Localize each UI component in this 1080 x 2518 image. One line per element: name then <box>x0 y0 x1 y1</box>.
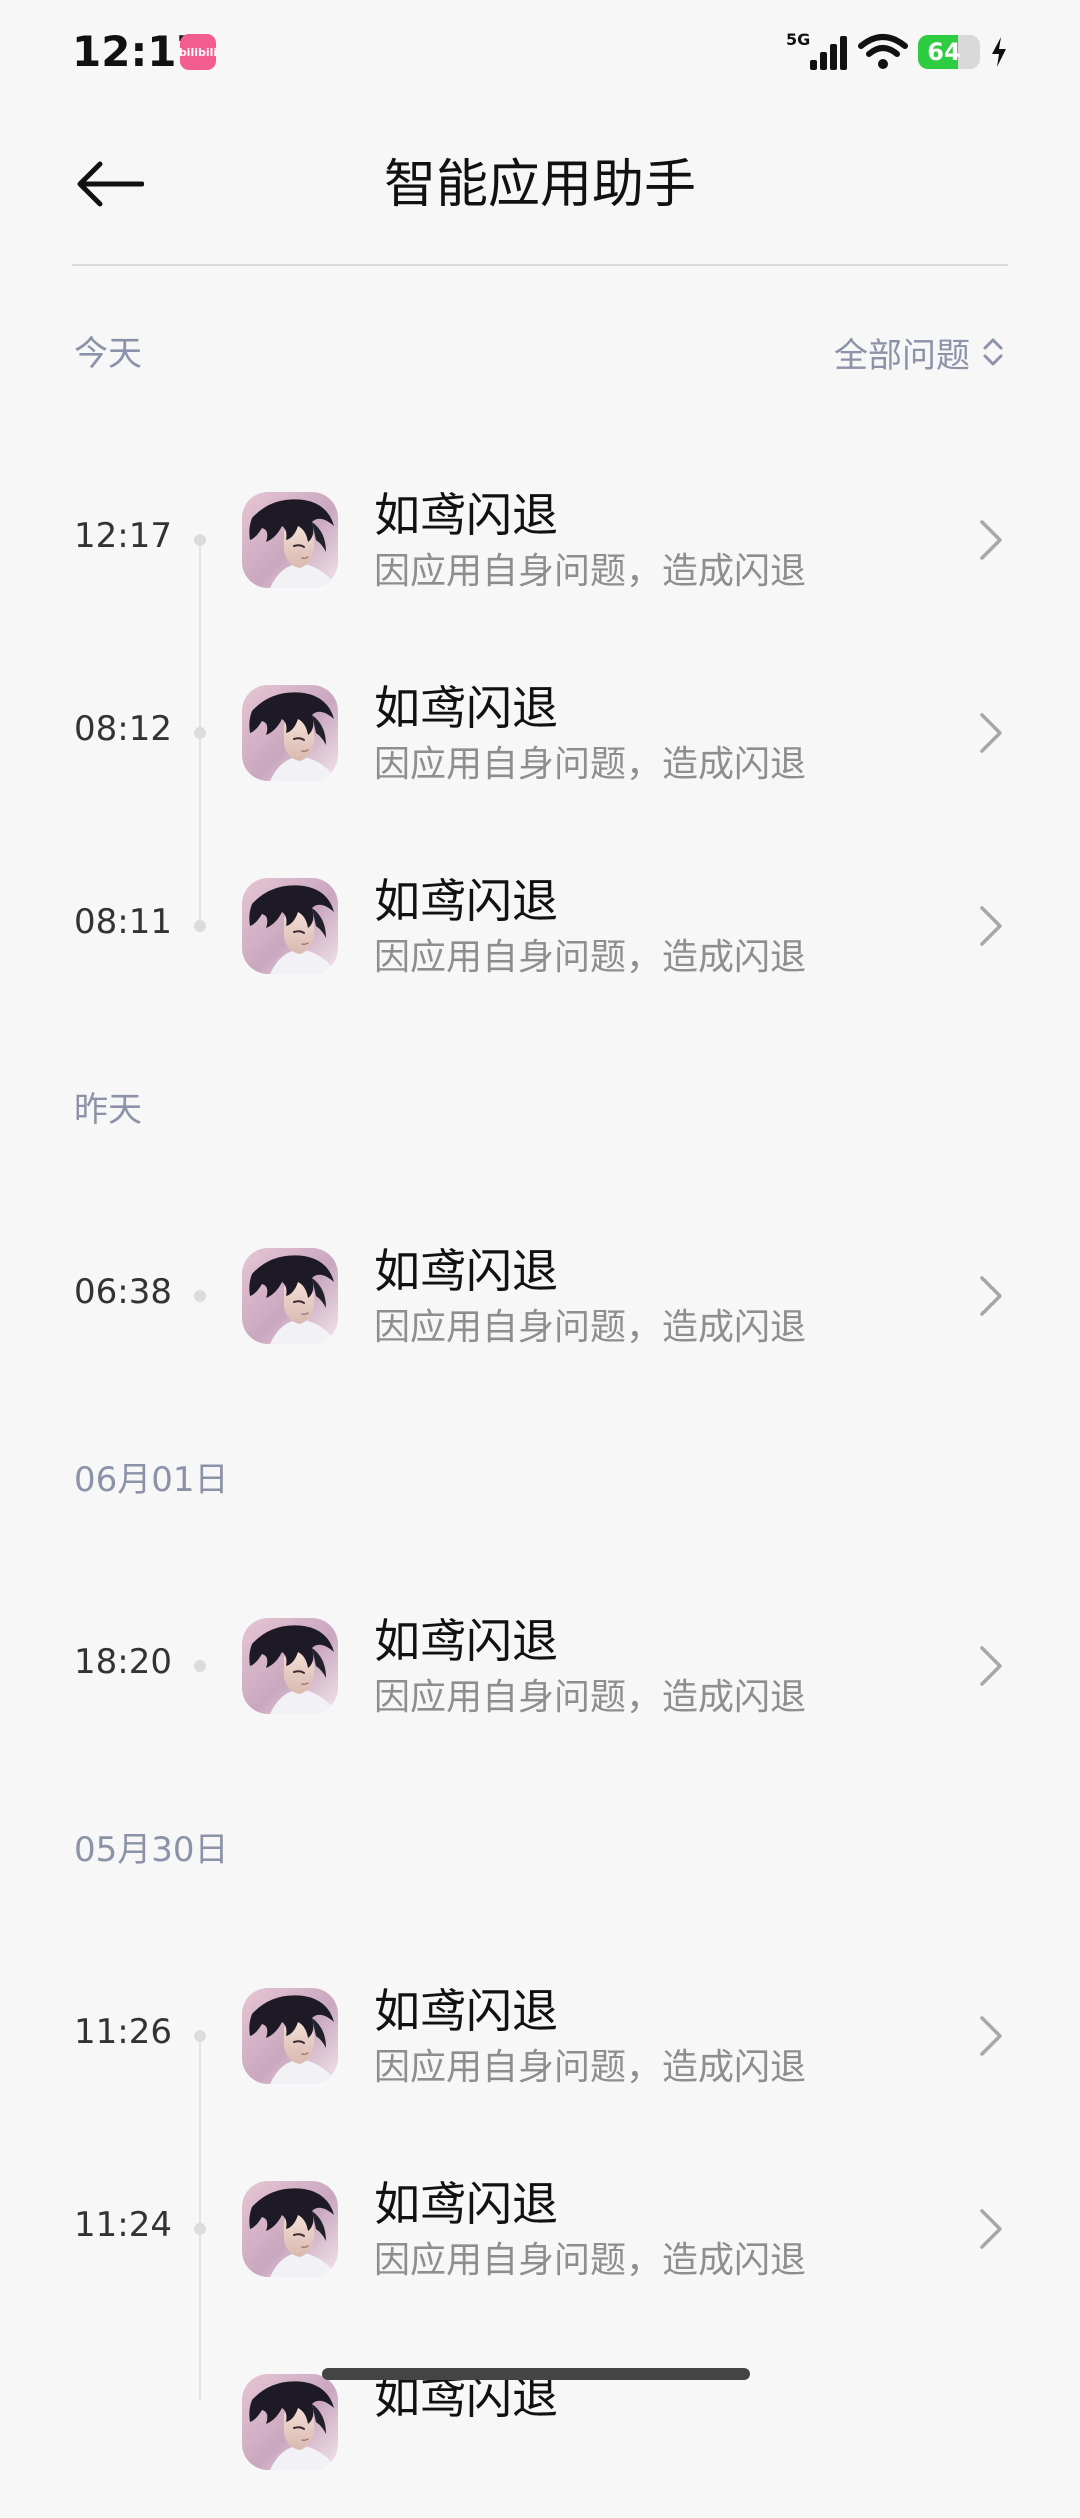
timeline-dot <box>194 2030 206 2042</box>
network-type-label: 5G <box>786 30 811 49</box>
item-subtitle: 因应用自身问题，造成闪退 <box>374 744 807 785</box>
timeline-dot <box>194 534 206 546</box>
item-time: 08:12 <box>74 709 172 749</box>
home-indicator[interactable] <box>322 2368 750 2380</box>
chevron-right-icon <box>980 2209 1002 2249</box>
problem-filter-dropdown[interactable]: 全部问题 <box>834 330 1004 376</box>
chevron-right-icon <box>980 1646 1002 1686</box>
app-avatar-icon <box>242 1988 338 2084</box>
item-time: 12:17 <box>74 516 172 556</box>
item-subtitle: 因应用自身问题，造成闪退 <box>374 1677 807 1718</box>
section-label-today: 今天 <box>74 334 142 374</box>
app-avatar-icon <box>242 2181 338 2277</box>
status-bar: 12:17 bilibili 5G 64 <box>0 0 1080 104</box>
item-title: 如鸢闪退 <box>374 681 558 735</box>
timeline-dot <box>194 1290 206 1302</box>
app-avatar-icon <box>242 2374 338 2470</box>
item-title: 如鸢闪退 <box>374 1614 558 1668</box>
item-time: 06:38 <box>74 1272 172 1312</box>
chevron-right-icon <box>980 1276 1002 1316</box>
section-label-yesterday: 昨天 <box>74 1090 142 1130</box>
app-avatar-icon <box>242 878 338 974</box>
timeline-dot <box>194 2223 206 2235</box>
item-title: 如鸢闪退 <box>374 2177 558 2231</box>
app-avatar-icon <box>242 1618 338 1714</box>
list-item[interactable]: 08:12 如鸢闪退 因应用自身问题，造成闪退 <box>0 637 1080 829</box>
list-item[interactable]: 08:11 如鸢闪退 因应用自身问题，造成闪退 <box>0 830 1080 1022</box>
charging-bolt-icon <box>992 37 1006 67</box>
app-avatar-icon <box>242 492 338 588</box>
app-avatar-icon <box>242 685 338 781</box>
item-subtitle: 因应用自身问题，造成闪退 <box>374 2240 807 2281</box>
wifi-icon <box>858 34 908 69</box>
battery-indicator: 64 <box>918 35 980 69</box>
item-subtitle: 因应用自身问题，造成闪退 <box>374 2047 807 2088</box>
item-subtitle: 因应用自身问题，造成闪退 <box>374 551 807 592</box>
chevron-right-icon <box>980 520 1002 560</box>
list-item[interactable]: 18:20 如鸢闪退 因应用自身问题，造成闪退 <box>0 1570 1080 1762</box>
list-item[interactable]: 12:17 如鸢闪退 因应用自身问题，造成闪退 <box>0 444 1080 636</box>
cellular-signal-icon: 5G <box>786 30 848 74</box>
section-label-date: 06月01日 <box>74 1460 229 1500</box>
item-time: 18:20 <box>74 1642 172 1682</box>
list-item[interactable]: 06:38 如鸢闪退 因应用自身问题，造成闪退 <box>0 1200 1080 1392</box>
chevron-right-icon <box>980 2016 1002 2056</box>
timeline-dot <box>194 920 206 932</box>
item-title: 如鸢闪退 <box>374 1244 558 1298</box>
chevron-right-icon <box>980 906 1002 946</box>
item-time: 11:26 <box>74 2012 172 2052</box>
chevron-right-icon <box>980 713 1002 753</box>
item-time: 11:24 <box>74 2205 172 2245</box>
item-title: 如鸢闪退 <box>374 488 558 542</box>
header-divider <box>72 264 1008 266</box>
bilibili-icon-label: bilibili <box>178 45 218 59</box>
item-subtitle: 因应用自身问题，造成闪退 <box>374 937 807 978</box>
item-title: 如鸢闪退 <box>374 1984 558 2038</box>
list-item[interactable]: 如鸢闪退 <box>0 2326 1080 2518</box>
section-label-date: 05月30日 <box>74 1830 229 1870</box>
page-title: 智能应用助手 <box>383 155 696 215</box>
item-title: 如鸢闪退 <box>374 874 558 928</box>
bilibili-notification-icon: bilibili <box>178 34 218 70</box>
timeline-dot <box>194 727 206 739</box>
status-indicators: 5G 64 <box>786 28 1008 76</box>
timeline-dot <box>194 1660 206 1672</box>
app-header: 智能应用助手 <box>0 104 1080 266</box>
item-time: 08:11 <box>74 902 172 942</box>
filter-label: 全部问题 <box>834 335 970 376</box>
list-item[interactable]: 11:24 如鸢闪退 因应用自身问题，造成闪退 <box>0 2133 1080 2325</box>
item-subtitle: 因应用自身问题，造成闪退 <box>374 1307 807 1348</box>
chevron-up-down-icon <box>983 338 1003 366</box>
list-item[interactable]: 11:26 如鸢闪退 因应用自身问题，造成闪退 <box>0 1940 1080 2132</box>
battery-percent: 64 <box>927 38 961 66</box>
app-avatar-icon <box>242 1248 338 1344</box>
